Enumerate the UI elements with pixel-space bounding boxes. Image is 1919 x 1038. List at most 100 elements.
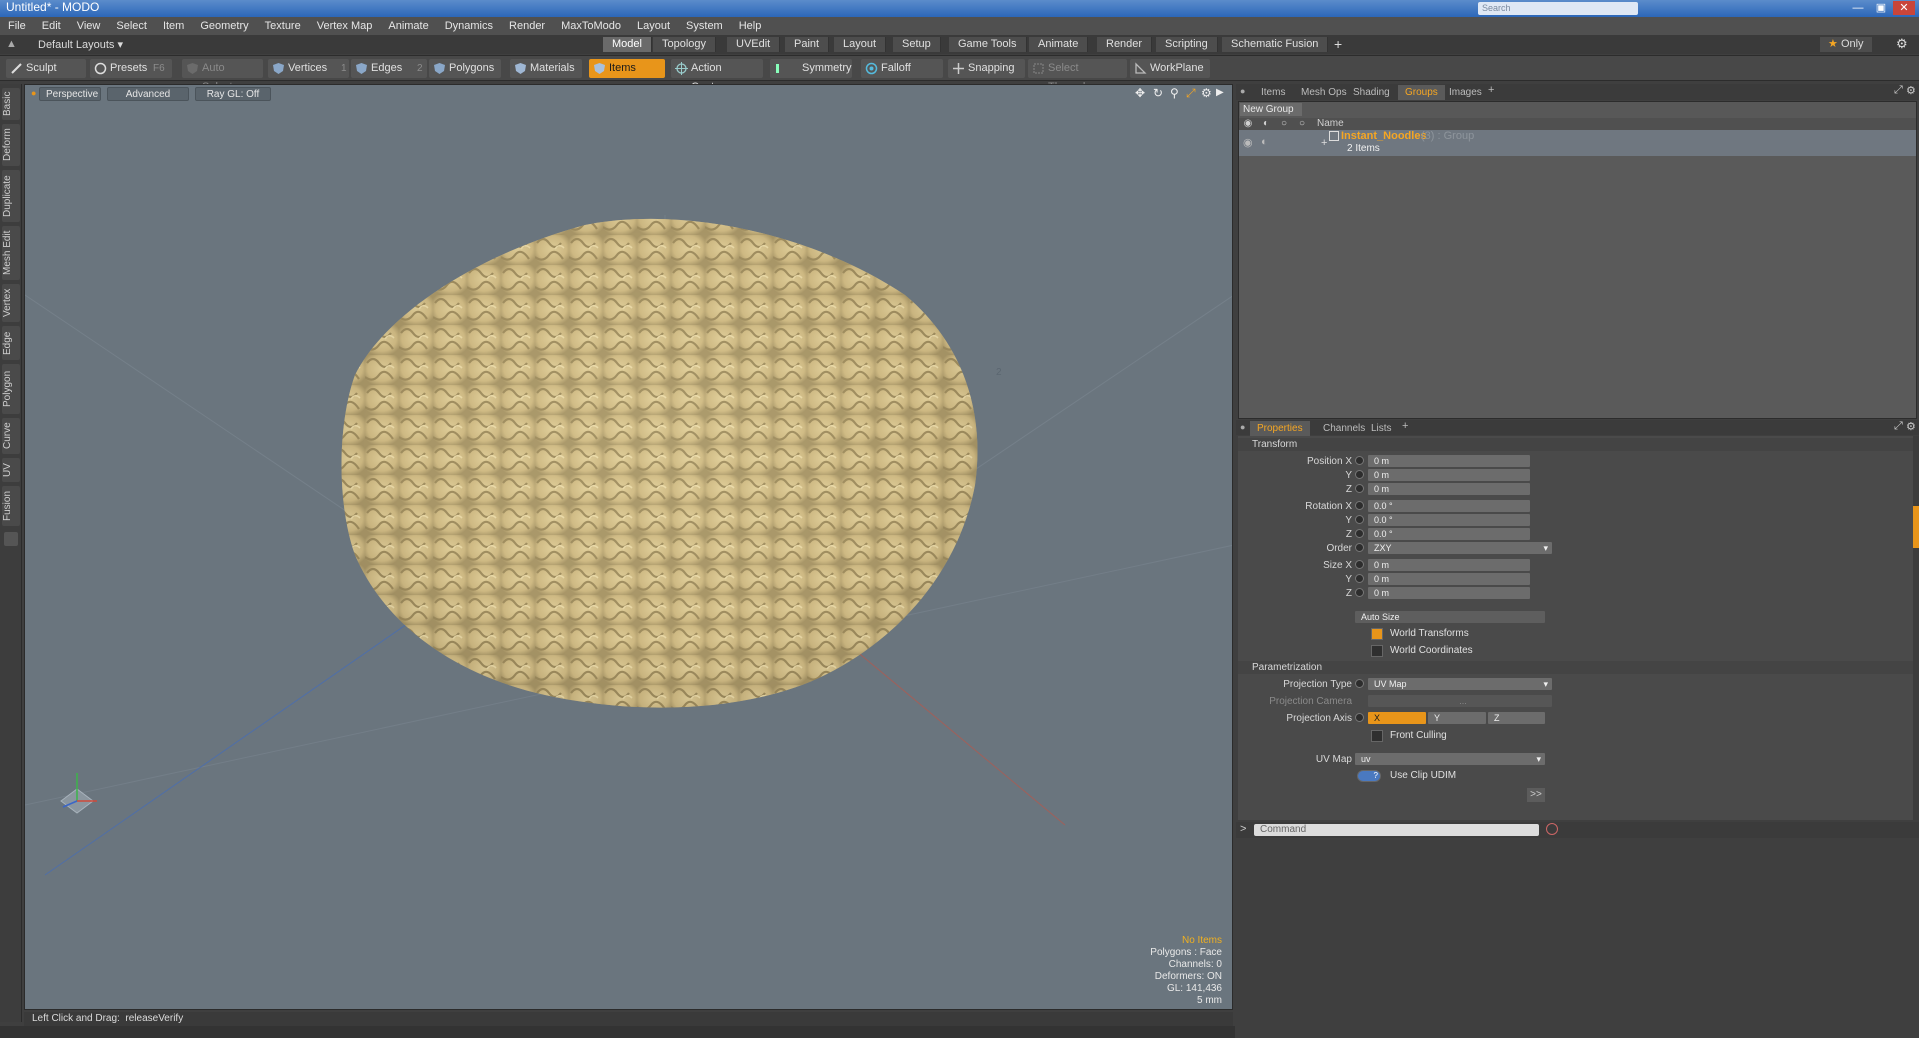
falloff-button[interactable]: Falloff — [861, 59, 943, 78]
projection-axis-anim-dot[interactable] — [1355, 713, 1364, 722]
select-through-button[interactable]: Select Through — [1028, 59, 1127, 93]
left-tab-deform[interactable]: Deform — [2, 124, 20, 166]
properties-gear-icon[interactable]: ⚙ — [1906, 420, 1916, 433]
tab-render[interactable]: Render — [1097, 37, 1153, 52]
sculpt-button[interactable]: Sculpt — [6, 59, 86, 78]
name-column-header[interactable]: Name — [1311, 118, 1344, 130]
record-icon[interactable] — [1546, 823, 1558, 835]
size-x-field[interactable]: 0 m — [1368, 559, 1530, 571]
properties-expand-icon[interactable]: ⤢ — [1894, 420, 1903, 433]
tab-shading[interactable]: Shading — [1346, 85, 1397, 100]
world-coordinates-checkbox[interactable] — [1371, 645, 1383, 657]
tab-schematic-fusion[interactable]: Schematic Fusion — [1222, 37, 1329, 52]
menu-item[interactable]: Item — [155, 17, 192, 35]
menu-texture[interactable]: Texture — [257, 17, 309, 35]
polygons-button[interactable]: Polygons — [429, 59, 501, 78]
raygl-button[interactable]: Ray GL: Off — [195, 87, 271, 101]
more-button[interactable]: >> — [1527, 788, 1545, 802]
projection-camera-dropdown[interactable]: ... — [1368, 695, 1552, 707]
properties-menu-icon[interactable]: ● — [1240, 422, 1245, 432]
tab-lists[interactable]: Lists — [1364, 421, 1399, 436]
axis-x-button[interactable]: X — [1368, 712, 1426, 724]
menu-dynamics[interactable]: Dynamics — [437, 17, 501, 35]
close-icon[interactable]: ✕ — [1893, 1, 1915, 15]
rotation-x-anim-dot[interactable] — [1355, 501, 1364, 510]
rotation-z-field[interactable]: 0.0 ° — [1368, 528, 1530, 540]
viewport-menu-icon[interactable]: ● — [31, 88, 36, 98]
render-column-icon[interactable]: ◐ — [1257, 118, 1275, 130]
command-input[interactable]: Command — [1254, 824, 1539, 836]
vertices-button[interactable]: Vertices 1 — [268, 59, 349, 78]
rotation-y-field[interactable]: 0.0 ° — [1368, 514, 1530, 526]
tab-groups[interactable]: Groups — [1398, 85, 1445, 100]
projection-type-anim-dot[interactable] — [1355, 679, 1364, 688]
axis-y-button[interactable]: Y — [1428, 712, 1486, 724]
order-dropdown[interactable]: ZXY ▾ — [1368, 542, 1552, 554]
advanced-button[interactable]: Advanced — [107, 87, 189, 101]
rotate-view-icon[interactable]: ↻ — [1153, 86, 1163, 100]
uv-map-dropdown[interactable]: uv ▾ — [1355, 753, 1545, 765]
position-z-field[interactable]: 0 m — [1368, 483, 1530, 495]
viewport-expand-icon[interactable]: ▶ — [1216, 87, 1224, 98]
tab-setup[interactable]: Setup — [893, 37, 941, 52]
group-render-icon[interactable]: ◐ — [1261, 136, 1268, 148]
left-tab-curve[interactable]: Curve — [2, 418, 20, 454]
tab-items[interactable]: Items — [1254, 85, 1292, 100]
workplane-button[interactable]: WorkPlane — [1130, 59, 1210, 78]
auto-size-button[interactable]: Auto Size — [1355, 611, 1545, 623]
left-tab-edge[interactable]: Edge — [2, 326, 20, 360]
only-toggle[interactable]: ★ Only — [1820, 37, 1872, 52]
tab-images[interactable]: Images — [1442, 85, 1489, 100]
group-visibility-icon[interactable]: ◉ — [1243, 136, 1253, 149]
auto-select-button[interactable]: Auto Select — [182, 59, 263, 93]
menu-render[interactable]: Render — [501, 17, 553, 35]
menu-maxtomodo[interactable]: MaxToModo — [553, 17, 629, 35]
rotation-z-anim-dot[interactable] — [1355, 529, 1364, 538]
select-column-icon[interactable]: ○ — [1293, 118, 1311, 130]
rotation-x-field[interactable]: 0.0 ° — [1368, 500, 1530, 512]
tab-topology[interactable]: Topology — [653, 37, 717, 52]
left-tab-duplicate[interactable]: Duplicate — [2, 170, 20, 222]
tab-layout[interactable]: Layout — [834, 37, 887, 52]
search-input[interactable]: Search — [1478, 2, 1638, 15]
menu-edit[interactable]: Edit — [34, 17, 69, 35]
menu-system[interactable]: System — [678, 17, 731, 35]
front-culling-checkbox[interactable] — [1371, 730, 1383, 742]
visibility-column-icon[interactable]: ◉ — [1239, 118, 1257, 130]
size-z-field[interactable]: 0 m — [1368, 587, 1530, 599]
menu-vertex-map[interactable]: Vertex Map — [309, 17, 381, 35]
size-x-anim-dot[interactable] — [1355, 560, 1364, 569]
edges-button[interactable]: Edges 2 — [351, 59, 427, 78]
order-anim-dot[interactable] — [1355, 543, 1364, 552]
tab-uvedit[interactable]: UVEdit — [727, 37, 781, 52]
tab-paint[interactable]: Paint — [785, 37, 830, 52]
new-group-button[interactable]: New Group — [1240, 103, 1302, 116]
left-tab-toggle[interactable] — [4, 532, 18, 546]
materials-button[interactable]: Materials — [510, 59, 582, 78]
tab-animate[interactable]: Animate — [1029, 37, 1089, 52]
right-tab-active[interactable] — [1913, 506, 1919, 548]
zoom-view-icon[interactable]: ⚲ — [1170, 86, 1179, 100]
transform-section[interactable]: Transform — [1238, 438, 1913, 451]
gear-icon[interactable]: ⚙ — [1896, 36, 1908, 52]
menu-help[interactable]: Help — [731, 17, 770, 35]
command-history-icon[interactable]: > — [1240, 823, 1246, 835]
symmetry-button[interactable]: Symmetry — [770, 59, 852, 78]
menu-animate[interactable]: Animate — [380, 17, 436, 35]
size-z-anim-dot[interactable] — [1355, 588, 1364, 597]
group-expand-icon[interactable]: + — [1321, 137, 1327, 149]
view-mode-button[interactable]: Perspective — [39, 87, 101, 101]
left-tab-polygon[interactable]: Polygon — [2, 364, 20, 414]
position-y-anim-dot[interactable] — [1355, 470, 1364, 479]
position-z-anim-dot[interactable] — [1355, 484, 1364, 493]
position-y-field[interactable]: 0 m — [1368, 469, 1530, 481]
left-tab-basic[interactable]: Basic — [2, 88, 20, 120]
use-clip-udim-toggle[interactable]: ? — [1357, 770, 1381, 782]
tab-scripting[interactable]: Scripting — [1156, 37, 1218, 52]
left-tab-uv[interactable]: UV — [2, 458, 20, 482]
left-tab-fusion[interactable]: Fusion — [2, 486, 20, 526]
tab-model[interactable]: Model — [603, 37, 652, 52]
maximize-icon[interactable]: ▣ — [1870, 1, 1892, 15]
default-layouts-dropdown[interactable]: Default Layouts ▾ — [38, 38, 123, 51]
tab-properties[interactable]: Properties — [1250, 421, 1310, 436]
